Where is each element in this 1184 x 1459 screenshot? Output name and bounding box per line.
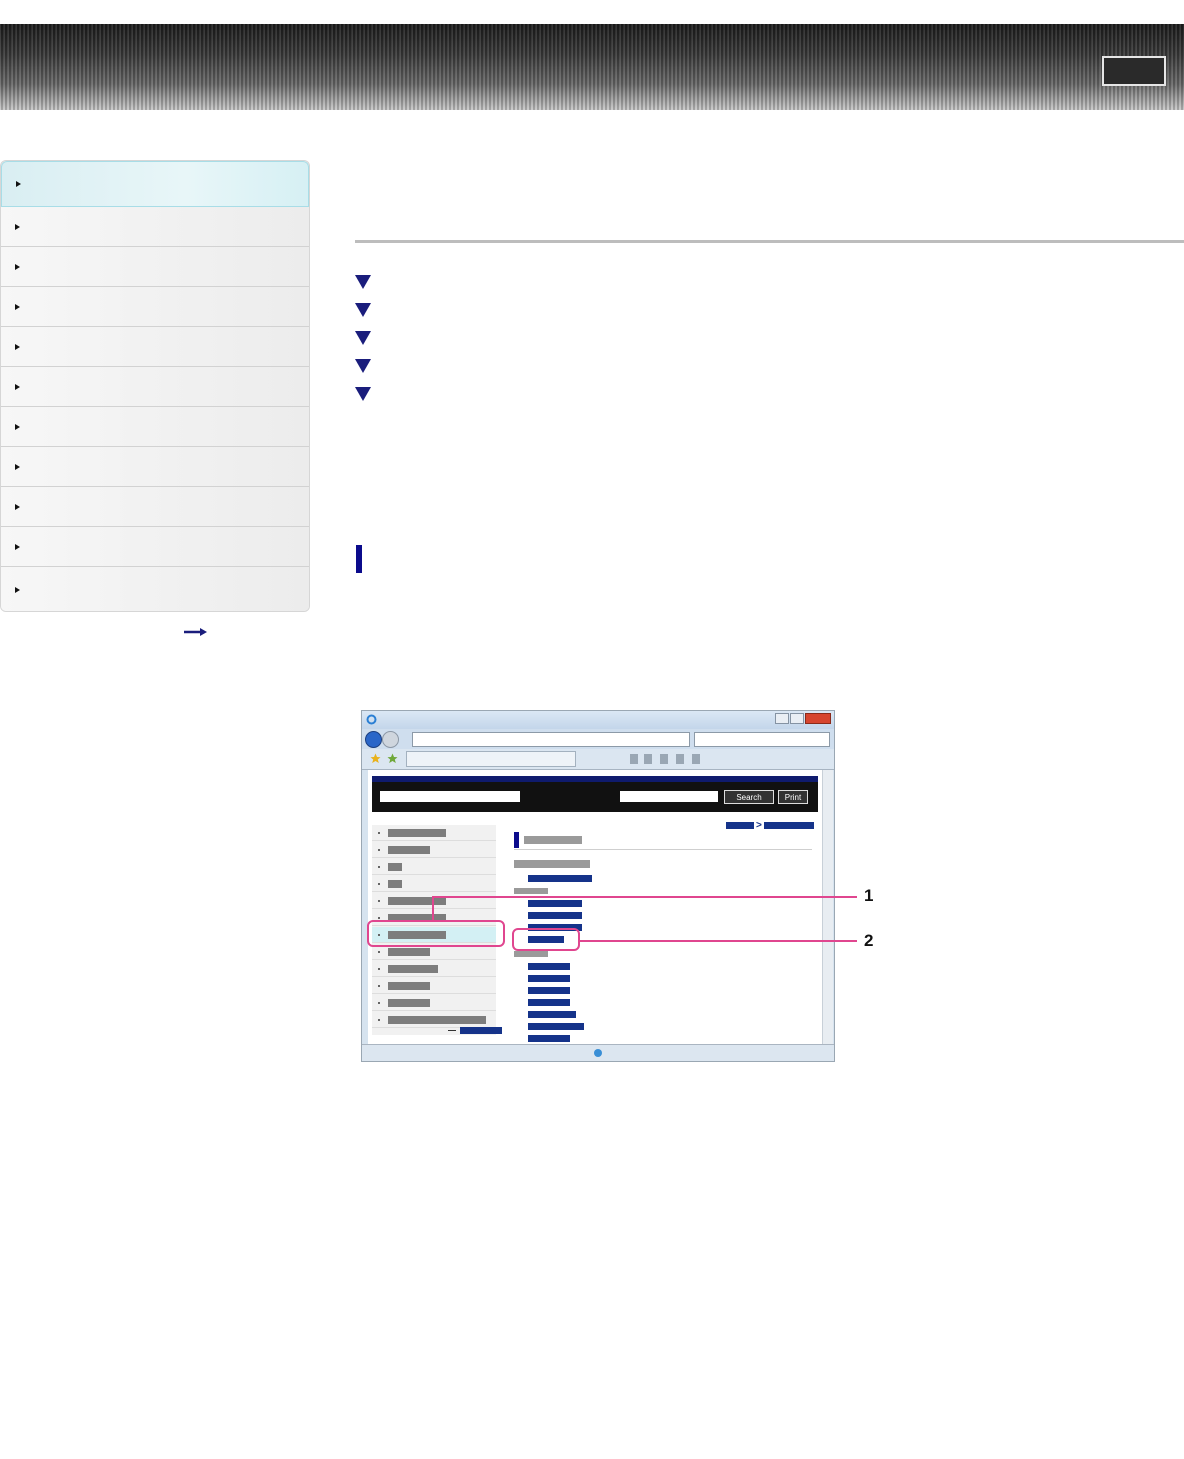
triangle-right-icon bbox=[16, 181, 21, 187]
illustrated-link[interactable] bbox=[528, 987, 570, 994]
illustrated-text bbox=[514, 860, 590, 868]
sidebar-item-7[interactable] bbox=[1, 407, 309, 447]
sidebar-item-6[interactable] bbox=[1, 367, 309, 407]
sidebar-item-10[interactable] bbox=[1, 527, 309, 567]
arrow-right-icon[interactable] bbox=[183, 627, 209, 637]
triangle-down-icon bbox=[355, 331, 371, 345]
triangle-down-icon bbox=[355, 359, 371, 373]
illustrated-link[interactable] bbox=[528, 999, 570, 1006]
illustrated-link[interactable] bbox=[528, 912, 582, 919]
illustrated-more-link[interactable] bbox=[460, 1027, 502, 1034]
callout-leader-2 bbox=[580, 940, 857, 942]
callout-box-1 bbox=[367, 920, 505, 947]
site-print-button[interactable]: Print bbox=[778, 790, 808, 804]
illustrated-link[interactable] bbox=[528, 875, 592, 882]
triangle-right-icon bbox=[15, 423, 20, 430]
triangle-right-icon bbox=[15, 463, 20, 470]
illustrated-link[interactable] bbox=[528, 900, 582, 907]
top-banner bbox=[0, 24, 1184, 110]
sidebar-item-9[interactable] bbox=[1, 487, 309, 527]
illustrated-link[interactable] bbox=[528, 975, 570, 982]
sidebar-item-5[interactable] bbox=[1, 327, 309, 367]
title-divider bbox=[355, 240, 1184, 243]
illustrated-text bbox=[514, 888, 548, 894]
sidebar bbox=[0, 160, 310, 612]
sidebar-item-4[interactable] bbox=[1, 287, 309, 327]
triangle-right-icon bbox=[15, 343, 20, 350]
minimize-icon[interactable] bbox=[775, 713, 789, 724]
triangle-right-icon bbox=[15, 223, 20, 230]
window-controls bbox=[775, 713, 831, 725]
illustrated-link[interactable] bbox=[528, 963, 570, 970]
callout-number-2: 2 bbox=[864, 931, 874, 950]
forward-icon[interactable] bbox=[382, 731, 399, 748]
triangle-down-icon bbox=[355, 275, 371, 289]
sidebar-item-2[interactable] bbox=[1, 207, 309, 247]
scrollbar[interactable] bbox=[822, 770, 833, 1044]
site-field[interactable] bbox=[380, 791, 520, 802]
command-bar-icons[interactable] bbox=[630, 754, 820, 764]
callout-leader-1-drop bbox=[432, 896, 434, 920]
favorites-star-icon[interactable] bbox=[370, 753, 381, 764]
close-icon[interactable] bbox=[805, 713, 831, 724]
window-titlebar bbox=[362, 711, 834, 729]
illustrated-heading bbox=[524, 836, 582, 844]
address-bar[interactable] bbox=[412, 732, 690, 747]
breadcrumb-link[interactable] bbox=[726, 822, 754, 829]
header-button[interactable] bbox=[1102, 56, 1166, 86]
maximize-icon[interactable] bbox=[790, 713, 804, 724]
triangle-right-icon bbox=[15, 503, 20, 510]
illustrated-link[interactable] bbox=[528, 1011, 576, 1018]
callout-number-1: 1 bbox=[864, 886, 874, 905]
add-favorites-icon[interactable] bbox=[387, 753, 398, 764]
callout-box-2 bbox=[512, 928, 580, 951]
triangle-down-icon bbox=[355, 387, 371, 401]
triangle-right-icon bbox=[15, 543, 20, 550]
browser-tab[interactable] bbox=[406, 751, 576, 767]
browser-search-box[interactable] bbox=[694, 732, 830, 747]
arrow-right-icon bbox=[448, 1030, 456, 1031]
breadcrumb-separator: > bbox=[756, 820, 762, 831]
site-header-stripe bbox=[372, 776, 818, 782]
sidebar-item-8[interactable] bbox=[1, 447, 309, 487]
triangle-right-icon bbox=[15, 587, 20, 593]
ie-logo-icon bbox=[366, 714, 377, 725]
sidebar-item-1[interactable] bbox=[1, 161, 309, 207]
browser-statusbar bbox=[362, 1044, 834, 1061]
triangle-down-icon bbox=[355, 303, 371, 317]
triangle-right-icon bbox=[15, 263, 20, 270]
callout-leader-1 bbox=[432, 896, 857, 898]
sidebar-item-3[interactable] bbox=[1, 247, 309, 287]
globe-icon bbox=[594, 1049, 602, 1057]
section-heading-marker bbox=[356, 545, 362, 573]
illustrated-divider bbox=[514, 849, 812, 850]
address-row bbox=[362, 729, 834, 749]
sidebar-item-11[interactable] bbox=[1, 567, 309, 611]
illustrated-heading-marker bbox=[514, 832, 519, 848]
triangle-right-icon bbox=[15, 383, 20, 390]
site-search-button[interactable]: Search bbox=[724, 790, 774, 804]
back-icon[interactable] bbox=[365, 731, 382, 748]
site-search-input[interactable] bbox=[620, 791, 718, 802]
illustrated-link[interactable] bbox=[528, 1023, 584, 1030]
browser-toolbar bbox=[362, 749, 834, 770]
illustrated-text bbox=[514, 951, 548, 957]
breadcrumb-link[interactable] bbox=[764, 822, 814, 829]
page-viewport: Search Print > bbox=[368, 770, 822, 1044]
browser-illustration: Search Print > bbox=[361, 710, 835, 1062]
site-header: Search Print bbox=[372, 776, 818, 812]
illustrated-link[interactable] bbox=[528, 1035, 570, 1042]
triangle-right-icon bbox=[15, 303, 20, 310]
